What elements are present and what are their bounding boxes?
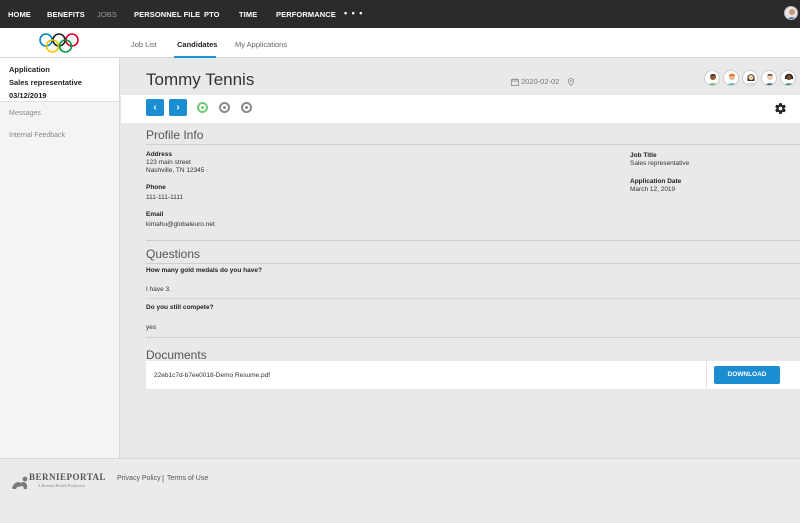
stage-step[interactable] [219, 102, 230, 113]
job-title-label: Job Title [630, 152, 657, 159]
next-candidate-button[interactable]: › [169, 99, 187, 116]
question-text: How many gold medals do you have? [146, 267, 262, 274]
question-divider [146, 298, 800, 299]
answer-text: yes [146, 324, 157, 331]
stage-step-complete[interactable] [197, 102, 208, 113]
sidebar-application-heading: Application [9, 65, 50, 74]
previous-candidate-button[interactable]: ‹ [146, 99, 164, 116]
email-label: Email [146, 211, 164, 218]
reviewer-avatar[interactable] [780, 70, 796, 86]
application-date-value: March 12, 2019 [630, 186, 676, 193]
reviewer-avatar-icon [727, 73, 737, 85]
download-button[interactable]: DOWNLOAD [714, 366, 780, 384]
sidebar-application-date: 03/12/2019 [9, 91, 47, 100]
footer-brand: BERNIEPORTAL [29, 472, 107, 482]
answer-text: I have 3. [146, 286, 171, 293]
nav-personnel-file[interactable]: PERSONNEL FILE [134, 10, 200, 19]
reviewer-avatar[interactable] [723, 70, 739, 86]
privacy-policy-link[interactable]: Privacy Policy [117, 475, 161, 482]
footer: BERNIEPORTAL A Bernard Health Production… [0, 458, 800, 523]
nav-benefits[interactable]: BENEFITS [47, 10, 85, 19]
nav-time[interactable]: TIME [239, 10, 257, 19]
email-value[interactable]: kimahu@globaleuro.net [146, 221, 215, 230]
profile-divider [146, 144, 800, 145]
more-menu-icon[interactable]: • • • [344, 8, 363, 18]
footer-separator: | [162, 474, 165, 483]
location-pin-icon [568, 77, 575, 86]
calendar-icon [511, 78, 519, 86]
gear-icon[interactable] [774, 102, 787, 115]
documents-heading: Documents [146, 348, 207, 362]
reviewer-avatar-icon [708, 74, 718, 85]
document-row-separator [706, 361, 707, 389]
terms-of-use-link[interactable]: Terms of Use [167, 475, 208, 482]
job-title-value: Sales representative [630, 160, 690, 167]
tab-candidates[interactable]: Candidates [177, 40, 217, 49]
tab-my-applications[interactable]: My Applications [235, 40, 287, 49]
main-content: Tommy Tennis 2020-02-02 ‹ › Profile Info… [121, 58, 800, 458]
section-divider [146, 240, 800, 241]
questions-heading: Questions [146, 247, 201, 261]
top-nav: HOME BENEFITS JOBS PERSONNEL FILE PTO TI… [0, 0, 800, 28]
document-filename[interactable]: 22eb1c7d-b7ee0018-Demo Resume.pdf [154, 372, 270, 379]
nav-performance[interactable]: PERFORMANCE [276, 10, 336, 19]
olympic-rings-logo [39, 33, 79, 53]
candidate-date: 2020-02-02 [511, 77, 575, 86]
user-avatar-icon [787, 9, 797, 19]
sidebar-application-position: Sales representative [9, 78, 82, 87]
reviewer-avatars [704, 70, 796, 86]
profile-info-heading: Profile Info [146, 128, 204, 142]
phone-value: 111-111-1111 [146, 194, 184, 201]
nav-pto[interactable]: PTO [204, 10, 220, 19]
reviewer-avatar[interactable] [761, 70, 777, 86]
stage-step[interactable] [241, 102, 252, 113]
tab-job-list[interactable]: Job List [131, 40, 157, 49]
question-text: Do you still compete? [146, 304, 214, 311]
sidebar-application-card[interactable]: Application Sales representative 03/12/2… [0, 58, 119, 102]
reviewer-avatar-icon [745, 74, 757, 85]
application-date-label: Application Date [630, 178, 682, 185]
candidate-name: Tommy Tennis [146, 70, 255, 89]
reviewer-avatar-icon [765, 74, 775, 85]
sidebar: Application Sales representative 03/12/2… [0, 58, 120, 458]
sidebar-item-internal-feedback[interactable]: Internal Feedback [0, 132, 74, 139]
address-label: Address [146, 151, 173, 158]
document-row: 22eb1c7d-b7ee0018-Demo Resume.pdf DOWNLO… [146, 361, 800, 389]
nav-jobs[interactable]: JOBS [97, 10, 117, 19]
nav-home[interactable]: HOME [8, 10, 31, 19]
reviewer-avatar-icon [784, 73, 794, 85]
action-bar: ‹ › [121, 95, 800, 123]
sub-header: Job List Candidates My Applications [0, 28, 800, 58]
section-divider [146, 337, 800, 338]
user-avatar[interactable] [784, 6, 798, 20]
sidebar-item-messages[interactable]: Messages [0, 110, 50, 117]
candidate-date-text: 2020-02-02 [521, 77, 560, 86]
address-line-2: Nashville, TN 12345 [146, 167, 205, 174]
reviewer-avatar[interactable] [704, 70, 720, 86]
reviewer-avatar[interactable] [742, 70, 758, 86]
footer-tagline: A Bernard Health Production [38, 483, 86, 488]
phone-label: Phone [146, 184, 166, 191]
questions-divider [146, 263, 800, 264]
